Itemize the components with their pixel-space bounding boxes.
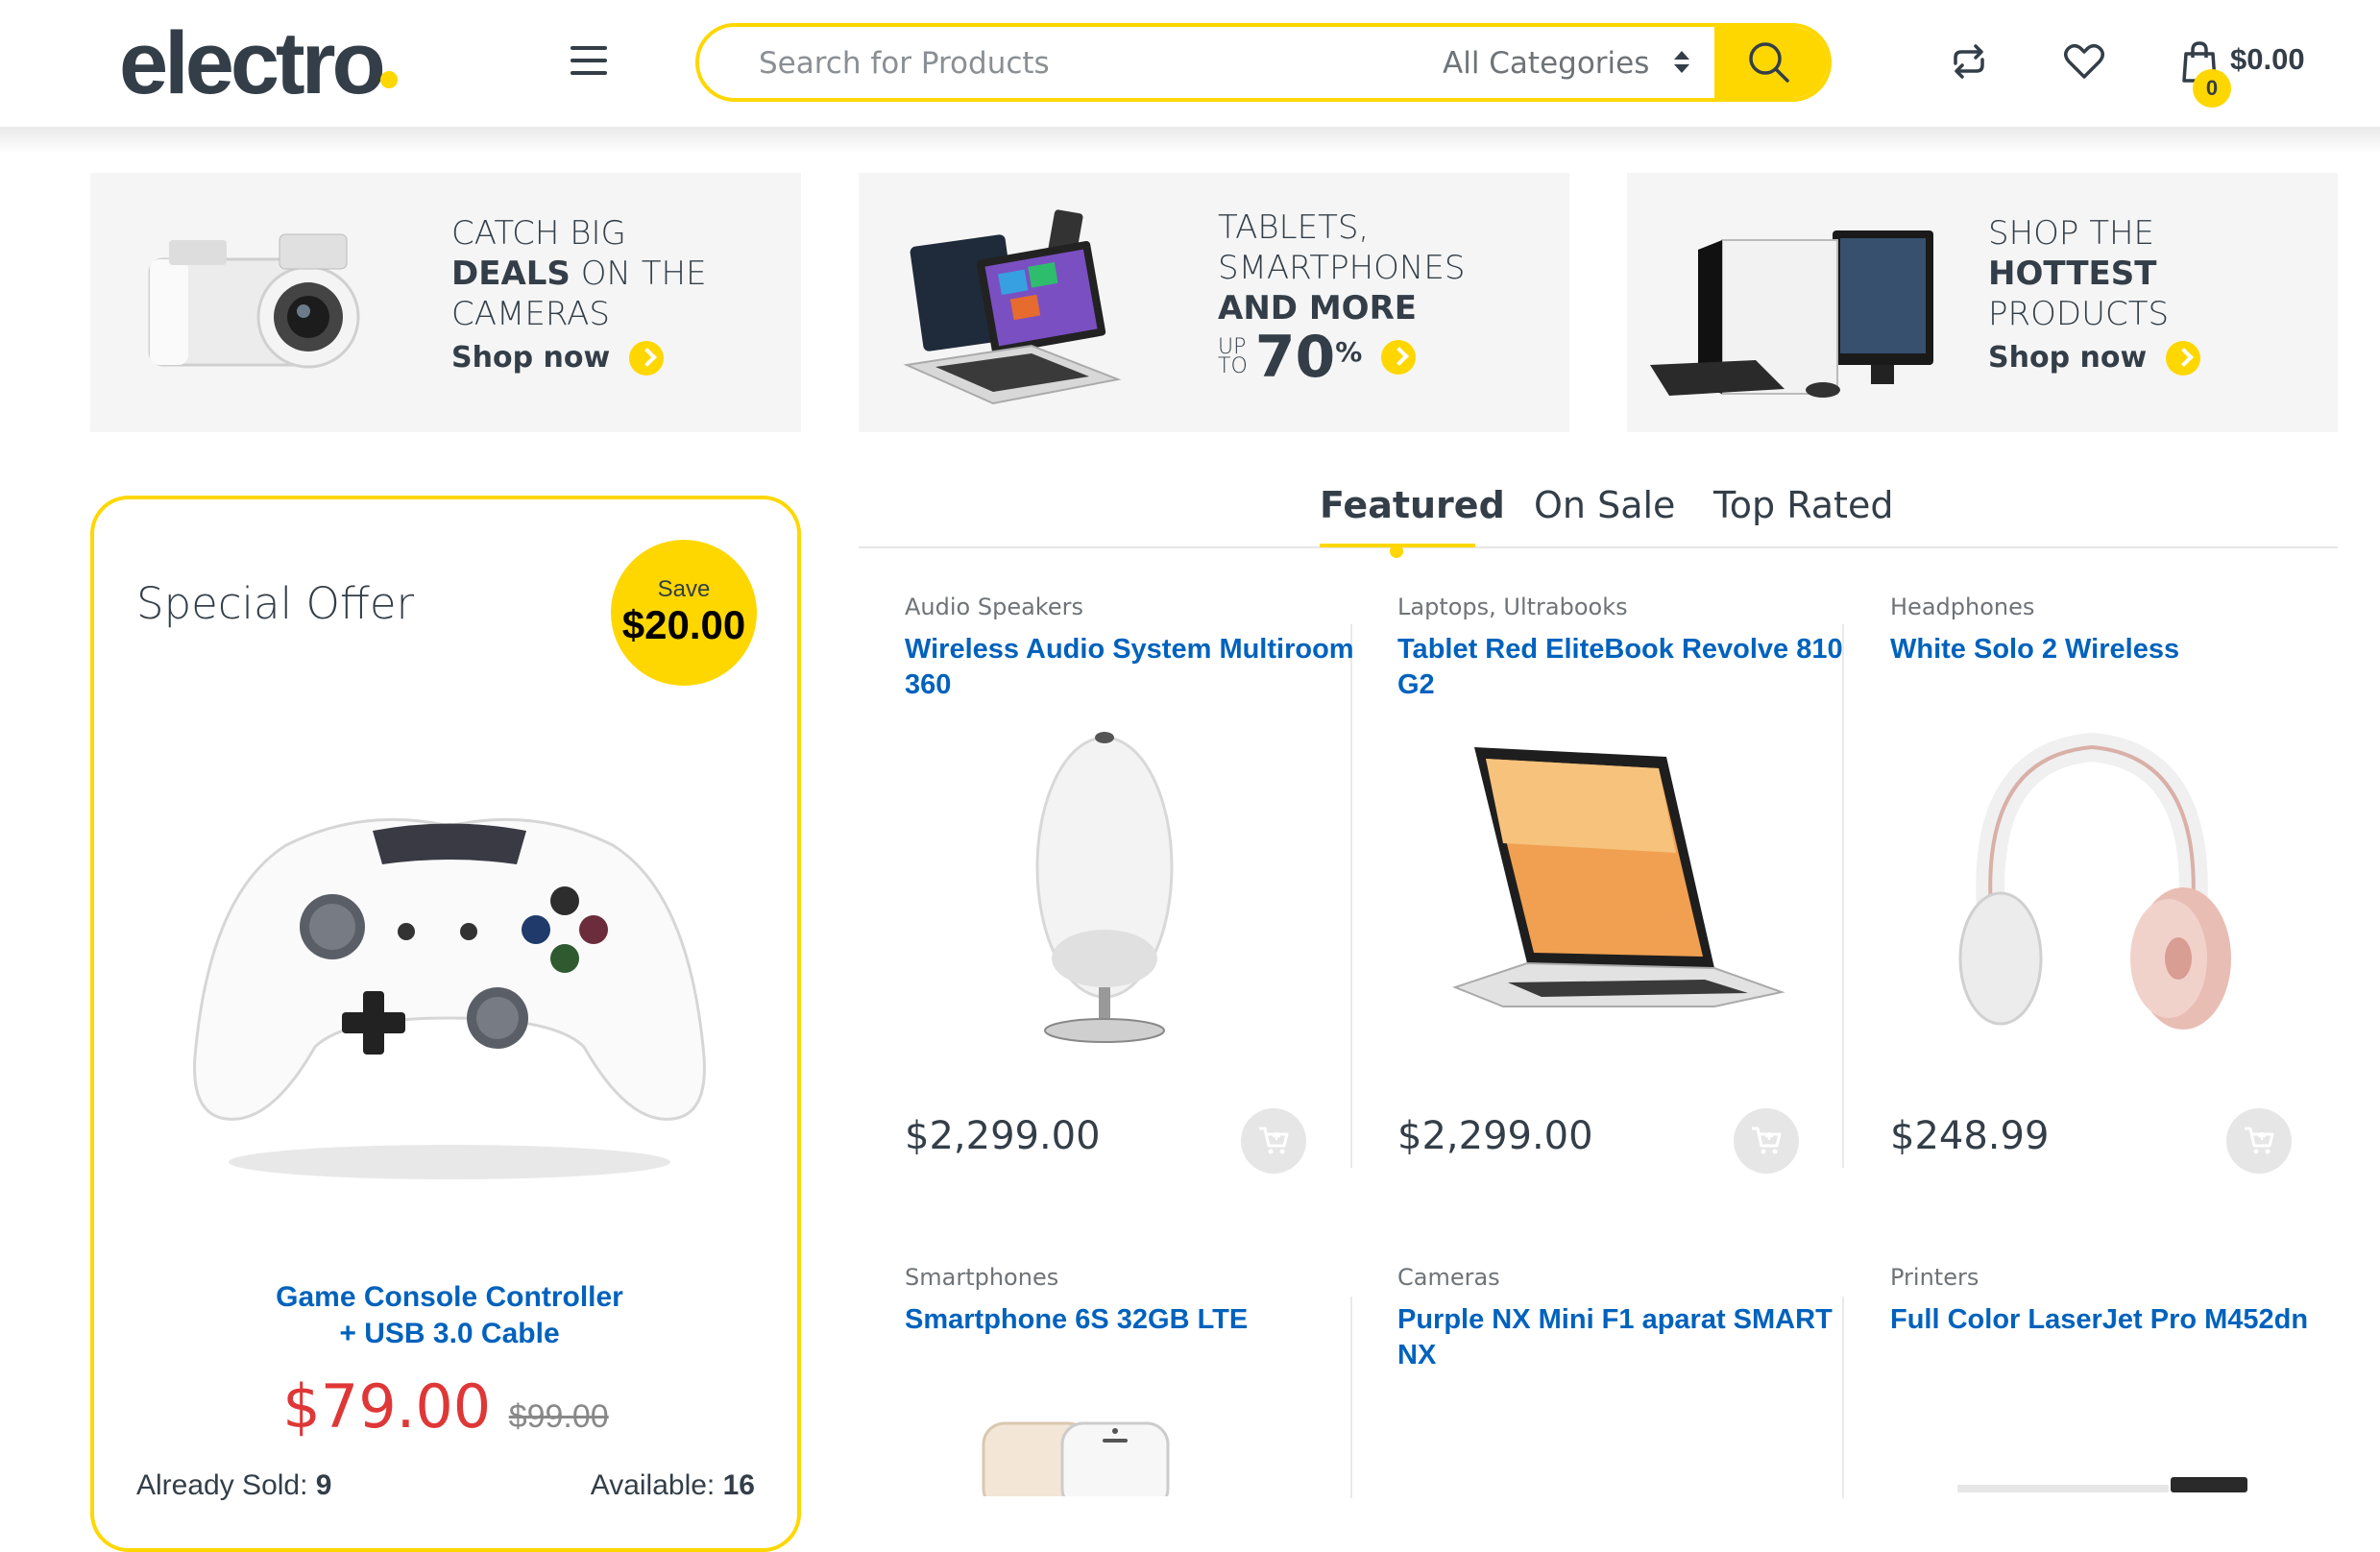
upto-unit: % (1335, 336, 1363, 368)
banner-tablets-line1: TABLETS, (1218, 208, 1370, 247)
product-name[interactable]: Smartphone 6S 32GB LTE (905, 1302, 1356, 1338)
add-to-cart-icon (2245, 1127, 2274, 1154)
banner-tablets[interactable]: TABLETS, SMARTPHONES AND MORE UP TO 70 % (859, 173, 1569, 432)
banner-cameras-line3: CAMERAS (451, 295, 610, 333)
heart-icon[interactable] (2063, 42, 2105, 81)
product-card: Smartphones Smartphone 6S 32GB LTE (905, 1264, 1395, 1496)
speaker-image[interactable] (905, 718, 1308, 1064)
banner-tablets-bold: AND MORE (1218, 289, 1417, 327)
add-to-cart-button[interactable] (1241, 1108, 1306, 1174)
product-card: Cameras Purple NX Mini F1 aparat SMART N… (1397, 1264, 1887, 1492)
old-price: $99.00 (508, 1398, 609, 1435)
product-name-line1: Game Console Controller (276, 1281, 623, 1313)
product-name[interactable]: Wireless Audio System Multiroom 360 (905, 632, 1356, 703)
shop-now-label: Shop now (1988, 341, 2148, 375)
banner-tablets-text: TABLETS, SMARTPHONES AND MORE UP TO 70 % (1218, 207, 1465, 386)
add-to-cart-button[interactable] (2226, 1108, 2292, 1174)
product-name-line2: + USB 3.0 Cable (339, 1318, 560, 1349)
product-card: Printers Full Color LaserJet Pro M452dn (1890, 1264, 2380, 1492)
banner-cameras-line1: CATCH BIG (451, 214, 626, 253)
laptops-tablets-image (903, 209, 1122, 405)
upto-value: 70 (1254, 324, 1336, 391)
special-offer-product-name[interactable]: Game Console Controller + USB 3.0 Cable (133, 1279, 766, 1352)
save-badge: Save $20.00 (611, 540, 757, 686)
special-offer-title: Special Offer (136, 578, 415, 629)
tab-featured[interactable]: Featured (1320, 484, 1505, 526)
headphones-image[interactable] (1890, 718, 2294, 1064)
product-category[interactable]: Printers (1890, 1264, 1979, 1291)
product-category[interactable]: Laptops, Ultrabooks (1397, 594, 1628, 620)
desktop-pc-image (1650, 230, 1933, 398)
add-to-cart-icon (1259, 1127, 1289, 1154)
arrow-right-icon[interactable] (1381, 340, 1417, 375)
save-label: Save (657, 576, 711, 602)
upto-label: UP TO (1218, 335, 1248, 378)
add-to-cart-icon (1752, 1127, 1782, 1154)
camera-image (148, 233, 360, 369)
arrow-right-icon (629, 341, 665, 376)
site-header: electro All Categories 0 $0.00 (0, 0, 2380, 127)
banner-hottest-text: SHOP THE HOTTEST PRODUCTS Shop now (1988, 213, 2201, 378)
select-arrows-icon (1674, 51, 1690, 76)
smartphone-image[interactable] (980, 1419, 1172, 1496)
tab-on-sale[interactable]: On Sale (1534, 484, 1675, 526)
banner-cameras[interactable]: CATCH BIG DEALS ON THE CAMERAS Shop now (90, 173, 801, 432)
arrow-right-icon (2166, 341, 2201, 376)
tab-top-rated[interactable]: Top Rated (1713, 484, 1893, 526)
product-price: $2,299.00 (905, 1114, 1101, 1158)
product-price: $248.99 (1890, 1114, 2050, 1158)
banner-hottest[interactable]: SHOP THE HOTTEST PRODUCTS Shop now (1627, 173, 2338, 432)
product-category[interactable]: Cameras (1397, 1264, 1500, 1291)
laptop-image[interactable] (1397, 718, 1801, 1064)
active-tab-dot (1390, 545, 1403, 558)
current-price: $79.00 (282, 1371, 492, 1442)
banner-cameras-line2: ON THE (570, 255, 707, 293)
offer-stats: Already Sold: 9 Available: 16 (136, 1469, 755, 1502)
product-name[interactable]: Purple NX Mini F1 aparat SMART NX (1397, 1302, 1849, 1373)
product-category[interactable]: Headphones (1890, 594, 2034, 620)
tabs-divider (859, 546, 2338, 548)
game-controller-image[interactable] (171, 740, 728, 1191)
product-name[interactable]: White Solo 2 Wireless (1890, 632, 2342, 667)
product-name[interactable]: Tablet Red EliteBook Revolve 810 G2 (1397, 632, 1849, 703)
banner-cameras-text: CATCH BIG DEALS ON THE CAMERAS Shop now (451, 213, 707, 378)
printer-image[interactable] (1957, 1473, 2255, 1492)
category-select-value: All Categories (1443, 46, 1650, 81)
already-sold: Already Sold: 9 (136, 1469, 332, 1501)
compare-icon[interactable] (1950, 42, 1988, 81)
shop-now-link-cameras[interactable]: Shop now (451, 338, 707, 378)
upto-discount: UP TO 70 % (1218, 328, 1465, 386)
product-category[interactable]: Smartphones (905, 1264, 1058, 1291)
search-icon (1749, 42, 1789, 83)
cart-count-badge: 0 (2193, 69, 2231, 108)
product-card: Laptops, Ultrabooks Tablet Red EliteBook… (1397, 594, 1887, 1189)
product-card: Audio Speakers Wireless Audio System Mul… (905, 594, 1395, 1189)
header-shadow (0, 127, 2380, 154)
available: Available: 16 (590, 1469, 755, 1501)
special-offer-card: Special Offer Save $20.00 Game Console C… (90, 496, 801, 1552)
save-amount: $20.00 (621, 602, 746, 647)
search-bar: All Categories (695, 23, 1832, 102)
banner-cameras-bold: DEALS (451, 255, 571, 293)
product-name[interactable]: Full Color LaserJet Pro M452dn (1890, 1302, 2342, 1338)
banner-hottest-line1: SHOP THE (1988, 214, 2155, 253)
product-price: $2,299.00 (1397, 1114, 1593, 1158)
special-offer-price: $79.00 $99.00 (94, 1371, 797, 1442)
logo-dot (380, 71, 398, 88)
cart-total[interactable]: $0.00 (2230, 42, 2305, 77)
search-input[interactable] (759, 46, 1373, 81)
banner-hottest-bold: HOTTEST (1988, 255, 2157, 293)
menu-icon[interactable] (571, 44, 609, 77)
shop-now-link-hottest[interactable]: Shop now (1988, 338, 2201, 378)
search-button[interactable] (1714, 27, 1828, 98)
logo[interactable]: electro (119, 13, 386, 114)
shop-now-label: Shop now (451, 341, 611, 375)
add-to-cart-button[interactable] (1734, 1108, 1799, 1174)
category-select[interactable]: All Categories (1443, 42, 1690, 85)
product-card: Headphones White Solo 2 Wireless $248.99 (1890, 594, 2380, 1189)
product-category[interactable]: Audio Speakers (905, 594, 1083, 620)
banner-hottest-line3: PRODUCTS (1988, 295, 2170, 333)
banner-tablets-line2: SMARTPHONES (1218, 249, 1466, 287)
